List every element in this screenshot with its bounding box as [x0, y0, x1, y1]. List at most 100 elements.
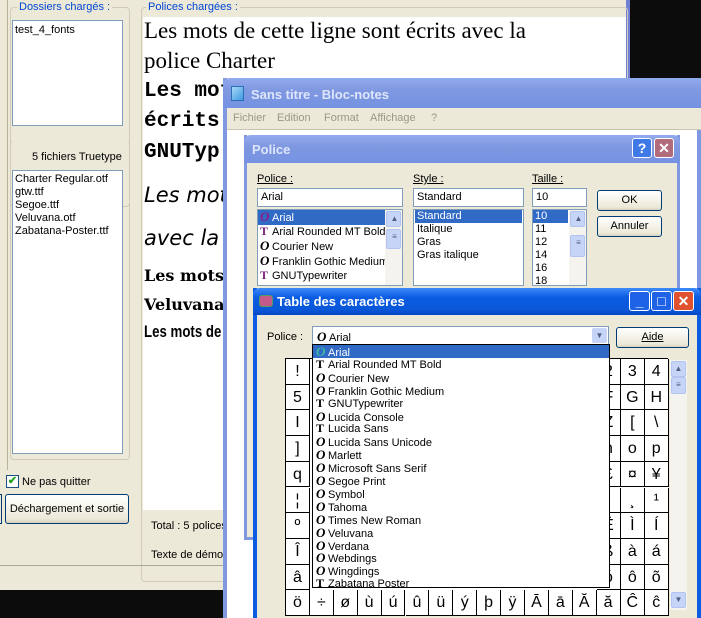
file-item[interactable]: Charter Regular.otf [13, 173, 122, 186]
scroll-down-icon[interactable]: ▼ [671, 592, 686, 608]
char-cell[interactable]: û [405, 590, 430, 616]
font-list-item[interactable]: O Arial [258, 210, 385, 225]
scroll-up-icon[interactable]: ▲ [386, 211, 401, 227]
files-list[interactable]: Charter Regular.otf gtw.ttf Segoe.ttf Ve… [12, 170, 123, 454]
close-icon[interactable]: ✕ [654, 138, 674, 158]
char-cell[interactable]: ] [286, 436, 310, 462]
menu-affichage[interactable]: Affichage [370, 112, 416, 124]
help-button[interactable]: Aide [616, 327, 689, 348]
char-cell[interactable]: ă [596, 590, 621, 616]
char-cell[interactable]: ĉ [644, 590, 669, 616]
font-name-input[interactable]: Arial [257, 188, 403, 207]
menu-edition[interactable]: Edition [277, 112, 311, 124]
style-list[interactable]: Standard Italique Gras Gras italique [413, 209, 524, 286]
size-list[interactable]: 10 11 12 14 16 18 ▲ ≡ [532, 209, 587, 286]
charmap-font-select[interactable]: O Arial ▼ [312, 326, 609, 345]
style-input[interactable]: Standard [413, 188, 524, 207]
char-cell[interactable]: ý [453, 590, 478, 616]
char-cell[interactable]: à [620, 538, 645, 565]
char-cell[interactable]: þ [477, 590, 502, 616]
scroll-thumb[interactable]: ≡ [570, 235, 585, 257]
font-dropdown-item[interactable]: O Microsoft Sans Serif [313, 461, 609, 475]
style-item[interactable]: Standard [415, 210, 522, 223]
char-cell[interactable]: õ [644, 564, 669, 591]
size-item[interactable]: 10 [533, 210, 568, 223]
char-cell[interactable]: ù [357, 590, 382, 616]
char-cell[interactable]: á [644, 538, 669, 565]
keep-open-checkbox[interactable]: ✔ Ne pas quitter [6, 475, 90, 488]
char-cell[interactable]: ÷ [309, 590, 334, 616]
style-item[interactable]: Gras [415, 236, 523, 249]
char-cell[interactable]: ¤ [620, 461, 645, 488]
char-cell[interactable]: Ā [525, 590, 549, 616]
font-dropdown-item[interactable]: O Lucida Console [313, 410, 609, 424]
charmap-titlebar[interactable]: Table des caractères _ □ ✕ [253, 288, 701, 315]
char-cell[interactable]: \ [644, 410, 669, 437]
scroll-thumb[interactable]: ≡ [386, 229, 401, 249]
menu-help[interactable]: ? [431, 112, 437, 124]
char-cell[interactable]: â [286, 564, 310, 591]
font-list-item[interactable]: T GNUTypewriter [258, 269, 402, 283]
scroll-thumb[interactable]: ≡ [671, 377, 686, 394]
file-item[interactable]: Segoe.ttf [13, 199, 122, 212]
char-cell[interactable]: 5 [286, 384, 310, 411]
char-cell[interactable]: Ì [620, 513, 645, 539]
char-cell[interactable]: Î [286, 538, 310, 565]
unload-exit-button[interactable]: Déchargement et sortie [5, 494, 129, 524]
maximize-icon[interactable]: □ [651, 291, 672, 311]
folders-list[interactable]: test_4_fonts [12, 20, 123, 126]
style-item[interactable]: Italique [415, 223, 523, 236]
char-cell[interactable]: 4 [644, 359, 669, 385]
font-list-scrollbar[interactable]: ▲ ≡ [385, 210, 402, 285]
font-dropdown-item[interactable]: O Webdings [313, 551, 609, 565]
char-cell[interactable]: H [644, 384, 669, 411]
ok-button[interactable]: OK [597, 190, 662, 211]
folder-item[interactable]: test_4_fonts [13, 24, 122, 37]
font-dropdown-item[interactable]: T Arial Rounded MT Bold [313, 357, 609, 371]
char-cell[interactable]: Ă [572, 590, 597, 616]
char-cell[interactable]: G [620, 384, 645, 411]
font-dialog-titlebar[interactable]: Police ? ✕ [244, 135, 680, 163]
font-list-item[interactable]: OLucida Console [258, 283, 402, 285]
font-dropdown-item[interactable]: O Franklin Gothic Medium [313, 384, 609, 398]
menu-fichier[interactable]: Fichier [233, 112, 266, 124]
char-cell[interactable]: 3 [620, 359, 645, 385]
font-dropdown-item[interactable]: O Wingdings [313, 564, 609, 578]
scroll-up-icon[interactable]: ▲ [570, 211, 585, 227]
char-cell[interactable]: ā [548, 590, 573, 616]
font-dropdown-item[interactable]: O Verdana [313, 539, 609, 553]
grid-scrollbar[interactable]: ▲ ≡ ▼ [670, 360, 687, 610]
font-list-item[interactable]: O Courier New [258, 239, 402, 254]
file-item[interactable]: gtw.ttf [13, 186, 122, 199]
char-cell[interactable]: [ [620, 410, 645, 437]
font-dropdown-item[interactable]: O Arial [313, 345, 609, 359]
char-cell[interactable]: ! [286, 359, 310, 385]
font-dropdown-item[interactable]: O Symbol [313, 487, 609, 501]
char-cell[interactable]: o [620, 436, 645, 462]
file-item[interactable]: Veluvana.otf [13, 212, 122, 225]
cancel-button[interactable]: Annuler [597, 216, 662, 237]
style-item[interactable]: Gras italique [415, 249, 523, 262]
menu-format[interactable]: Format [324, 112, 359, 124]
font-dropdown-item[interactable]: O Segoe Print [313, 474, 609, 488]
font-list-item[interactable]: T Arial Rounded MT Bold [258, 225, 402, 239]
char-cell[interactable]: ¦ [286, 487, 310, 514]
font-dropdown-item[interactable]: O Times New Roman [313, 513, 609, 527]
file-item[interactable]: Zabatana-Poster.ttf [13, 225, 122, 238]
font-list[interactable]: O Arial T Arial Rounded MT Bold O Courier N… [257, 209, 403, 286]
char-cell[interactable]: ÿ [501, 590, 525, 616]
font-dropdown-item[interactable]: O Veluvana [313, 526, 609, 540]
help-icon[interactable]: ? [632, 138, 652, 158]
char-cell[interactable]: ¥ [644, 461, 669, 488]
scroll-up-icon[interactable]: ▲ [671, 361, 686, 377]
char-cell[interactable]: ô [620, 564, 645, 591]
char-cell[interactable]: º [286, 513, 310, 539]
font-dropdown-item[interactable]: O Courier New [313, 371, 609, 385]
font-dropdown-item[interactable]: T Zabatana Poster [313, 577, 609, 587]
minimize-icon[interactable]: _ [629, 291, 650, 311]
char-cell[interactable]: Ĉ [620, 590, 645, 616]
char-cell[interactable]: ö [286, 590, 310, 616]
size-list-scrollbar[interactable]: ▲ ≡ [569, 210, 586, 285]
char-cell[interactable]: ü [429, 590, 454, 616]
char-cell[interactable]: ø [333, 590, 358, 616]
